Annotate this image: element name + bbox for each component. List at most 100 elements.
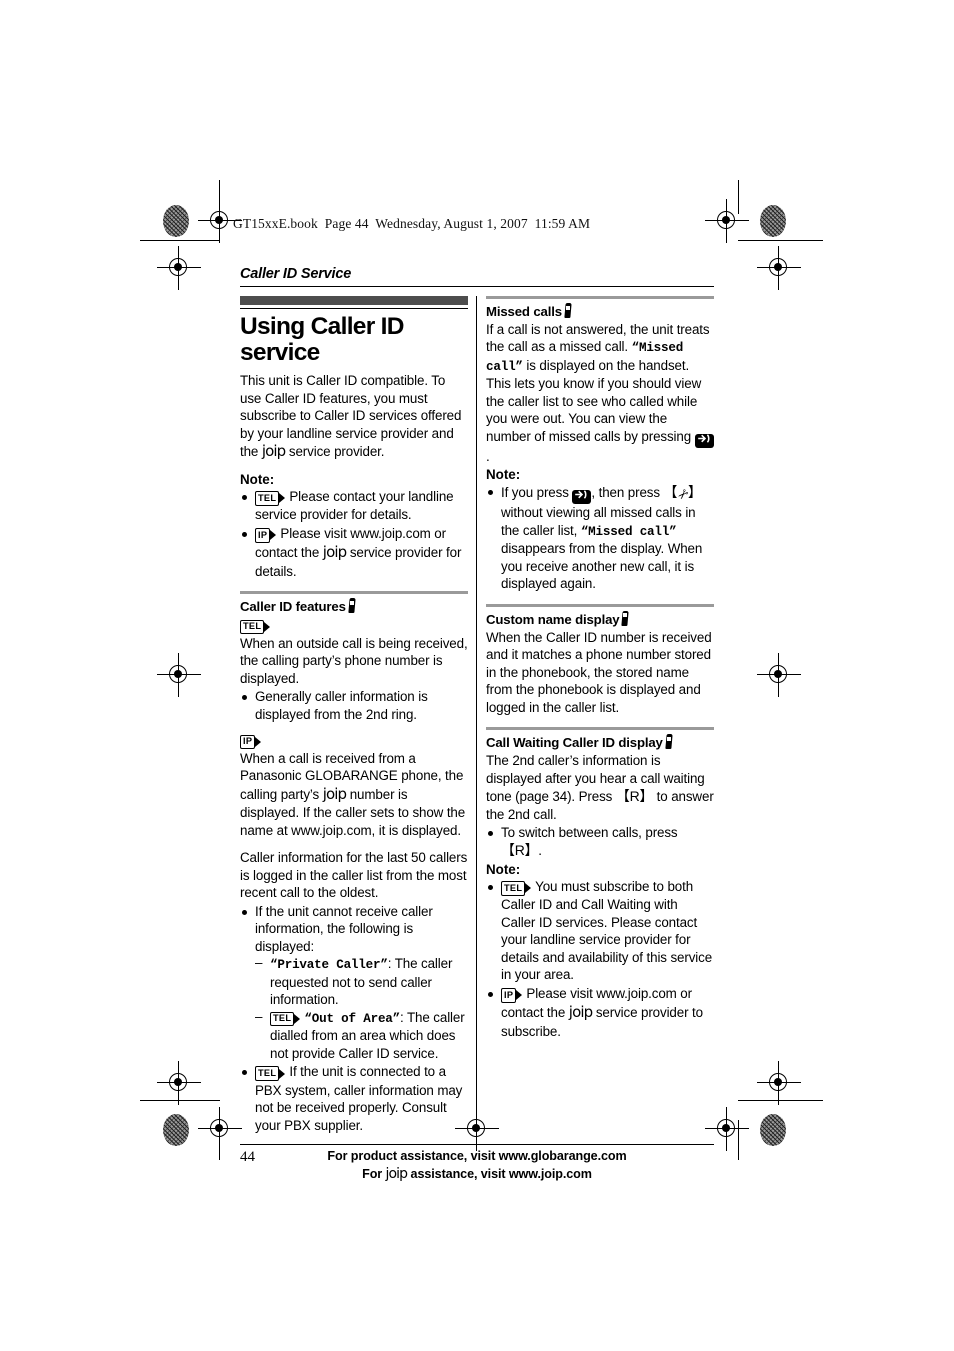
r-key-icon: 【R】 bbox=[501, 842, 539, 859]
intro-paragraph: This unit is Caller ID compatible. To us… bbox=[240, 372, 468, 462]
note-label: Note: bbox=[486, 467, 521, 483]
joip-logo: joip bbox=[322, 784, 347, 803]
trim-line-bottom-right-horizontal bbox=[738, 1100, 823, 1101]
tel-badge-icon: TEL bbox=[240, 617, 270, 635]
list-item: TEL You must subscribe to both Caller ID… bbox=[486, 878, 714, 984]
note-text-part2: , then press bbox=[591, 485, 664, 501]
out-of-area-value: “Out of Area” bbox=[304, 1011, 401, 1026]
file-banner: GT15xxE.book Page 44 Wednesday, August 1… bbox=[233, 216, 591, 231]
registration-mark-left-lower bbox=[157, 1061, 201, 1105]
tel-badge-row: TEL bbox=[240, 616, 468, 635]
column-divider bbox=[468, 296, 486, 1135]
tel-badge-icon: TEL bbox=[255, 1064, 285, 1081]
caller-list-key-icon bbox=[572, 490, 592, 505]
running-head: Caller ID Service bbox=[240, 266, 352, 282]
note-label: Note: bbox=[486, 861, 521, 877]
note-list: TEL Please contact your landline service… bbox=[240, 488, 468, 581]
ip-badge-icon: IP bbox=[501, 986, 522, 1003]
ip-paragraph: When a call is received from a Panasonic… bbox=[240, 750, 468, 840]
page-footer: 44 For product assistance, visit www.glo… bbox=[240, 1145, 714, 1190]
registration-mark-bottom-right bbox=[705, 1107, 749, 1151]
cw-note-text: You must subscribe to both Caller ID and… bbox=[501, 878, 713, 983]
joip-logo: joip bbox=[261, 442, 286, 461]
page-content: Caller ID Service Using Caller ID servic… bbox=[240, 266, 714, 1190]
section-heading-label: Caller ID features bbox=[240, 599, 346, 615]
trim-line-top-right-vertical bbox=[738, 180, 739, 214]
list-item: To switch between calls, press 【R】. bbox=[486, 824, 714, 860]
left-column: Using Caller ID service This unit is Cal… bbox=[240, 296, 468, 1134]
tel-bullet-list: Generally caller information is displaye… bbox=[240, 688, 468, 723]
halftone-patch-top-left bbox=[163, 205, 189, 237]
tel-badge-icon: TEL bbox=[255, 489, 285, 506]
halftone-patch-bottom-right bbox=[760, 1114, 786, 1146]
two-column-layout: Using Caller ID service This unit is Cal… bbox=[240, 296, 714, 1135]
trim-line-top-left-horizontal bbox=[140, 240, 220, 241]
title-bar-decoration bbox=[240, 296, 468, 305]
tel-paragraph: When an outside call is being received, … bbox=[240, 635, 468, 686]
call-waiting-paragraph: The 2nd caller’s information is displaye… bbox=[486, 752, 714, 823]
section-heading-label: Custom name display bbox=[486, 611, 620, 627]
trim-line-bottom-left-vertical bbox=[219, 1120, 220, 1160]
cw-bullet-end: . bbox=[538, 843, 542, 859]
call-waiting-note-list: TEL You must subscribe to both Caller ID… bbox=[486, 878, 714, 1040]
list-item: If the unit cannot receive caller inform… bbox=[240, 903, 468, 1062]
joip-logo: joip bbox=[568, 1003, 593, 1022]
section-heading-call-waiting-display: Call Waiting Caller ID display bbox=[486, 734, 714, 750]
intro-text-part2: service provider. bbox=[285, 444, 385, 460]
caller-list-key-icon bbox=[694, 433, 714, 448]
r-key-icon: 【R】 bbox=[615, 788, 654, 805]
section-heading-label: Missed calls bbox=[486, 304, 562, 319]
joip-logo: joip bbox=[322, 543, 347, 562]
trim-line-bottom-left-horizontal bbox=[140, 1100, 220, 1101]
section-heading-caller-id-features: Caller ID features bbox=[240, 598, 468, 614]
trim-line-top-left-vertical bbox=[219, 180, 220, 214]
list-item: Generally caller information is displaye… bbox=[240, 688, 468, 723]
section-heading-label: Call Waiting Caller ID display bbox=[486, 735, 663, 751]
list-item: IP Please visit www.joip.com or contact … bbox=[486, 985, 714, 1041]
caller-info-list: If the unit cannot receive caller inform… bbox=[240, 903, 468, 1134]
footer-line2-after: assistance, visit www.joip.com bbox=[407, 1166, 592, 1181]
footer-line-2: For joip assistance, visit www.joip.com bbox=[240, 1165, 714, 1183]
ip-badge-row: IP bbox=[240, 731, 468, 750]
footer-line-1: For product assistance, visit www.globar… bbox=[327, 1149, 627, 1164]
registration-mark-left-middle bbox=[157, 653, 201, 697]
section-heading-custom-name-display: Custom name display bbox=[486, 611, 714, 627]
running-head-rule bbox=[240, 286, 714, 287]
registration-mark-right-lower bbox=[757, 1061, 801, 1105]
cannot-receive-text: If the unit cannot receive caller inform… bbox=[255, 903, 433, 954]
trim-line-bottom-right-vertical bbox=[738, 1120, 739, 1160]
list-item: IP Please visit www.joip.com or contact … bbox=[240, 525, 468, 581]
registration-mark-left-upper bbox=[157, 246, 201, 290]
list-item: “Private Caller”: The caller requested n… bbox=[255, 954, 468, 1008]
caller-log-paragraph: Caller information for the last 50 calle… bbox=[240, 850, 468, 901]
registration-mark-right-upper bbox=[757, 246, 801, 290]
list-item: TEL If the unit is connected to a PBX sy… bbox=[240, 1063, 468, 1134]
note-item-text: Please contact your landline service pro… bbox=[255, 488, 454, 523]
registration-mark-right-middle bbox=[757, 653, 801, 697]
handset-icon bbox=[665, 734, 673, 749]
cw-bullet-text: To switch between calls, press bbox=[501, 824, 678, 840]
note-text-part1: If you press bbox=[501, 485, 573, 501]
registration-mark-bottom-left bbox=[198, 1107, 242, 1151]
missed-text-part3: . bbox=[486, 448, 490, 464]
handset-icon bbox=[621, 611, 629, 626]
section-divider bbox=[486, 727, 714, 731]
note-label: Note: bbox=[240, 471, 275, 487]
tel-badge-icon: TEL bbox=[270, 1010, 300, 1027]
title-rule bbox=[240, 308, 468, 309]
missed-calls-note-list: If you press , then press 【✂】 without vi… bbox=[486, 483, 714, 592]
registration-mark-top-left bbox=[198, 199, 242, 243]
private-caller-value: “Private Caller” bbox=[270, 958, 388, 973]
note-text-part4: disappears from the display. When you re… bbox=[501, 541, 703, 592]
halftone-patch-bottom-left bbox=[163, 1114, 189, 1146]
custom-name-paragraph: When the Caller ID number is received an… bbox=[486, 629, 712, 715]
page-title: Using Caller ID service bbox=[240, 313, 404, 366]
registration-mark-top-right bbox=[705, 199, 749, 243]
joip-logo: joip bbox=[385, 1165, 409, 1182]
halftone-patch-top-right bbox=[760, 205, 786, 237]
list-item: TEL “Out of Area”: The caller dialled fr… bbox=[255, 1008, 468, 1062]
section-divider bbox=[486, 296, 714, 299]
section-heading-missed-calls: Missed calls bbox=[486, 303, 714, 319]
handset-icon bbox=[348, 598, 356, 613]
pbx-text: If the unit is connected to a PBX system… bbox=[255, 1064, 463, 1133]
